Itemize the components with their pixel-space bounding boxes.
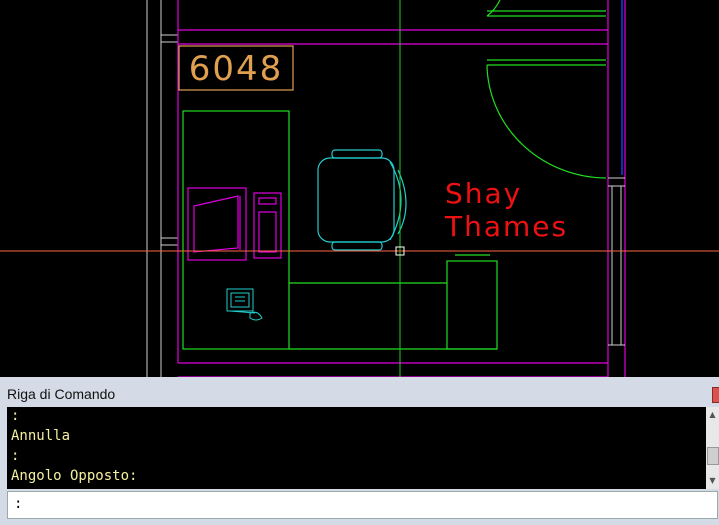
command-history: : Annulla : Angolo Opposto: [7, 407, 706, 489]
command-panel-title: Riga di Comando [7, 386, 116, 402]
command-input[interactable]: : [7, 491, 718, 519]
occupant-last-name: Thames [444, 210, 568, 243]
scroll-thumb[interactable] [707, 447, 719, 465]
room-number-label: 6048 [189, 49, 284, 89]
left-wall-lines [146, 0, 162, 377]
left-wall-ticks [161, 34, 178, 246]
computer-monitor [187, 187, 247, 261]
door-lower [486, 59, 607, 179]
history-line: Angolo Opposto: [11, 468, 138, 484]
office-chair [317, 149, 407, 251]
computer-tower [253, 192, 282, 259]
command-prompt: : [14, 496, 23, 512]
history-line: : [11, 448, 20, 464]
drawing-canvas[interactable]: 6048 Shay Thames [0, 0, 719, 378]
occupant-first-name: Shay [445, 177, 522, 210]
door-upper [486, 0, 606, 17]
command-line-panel: Riga di Comando : Annulla : Angolo Oppos… [0, 377, 719, 525]
history-line: : [11, 408, 20, 424]
history-scrollbar[interactable]: ▲ ▼ [706, 407, 719, 489]
telephone-icon [226, 288, 263, 321]
history-line: Annulla [11, 428, 71, 444]
scroll-down-icon[interactable]: ▼ [706, 475, 719, 487]
scroll-up-icon[interactable]: ▲ [706, 409, 719, 421]
close-icon[interactable] [712, 387, 719, 403]
right-wall-lines [608, 177, 625, 346]
